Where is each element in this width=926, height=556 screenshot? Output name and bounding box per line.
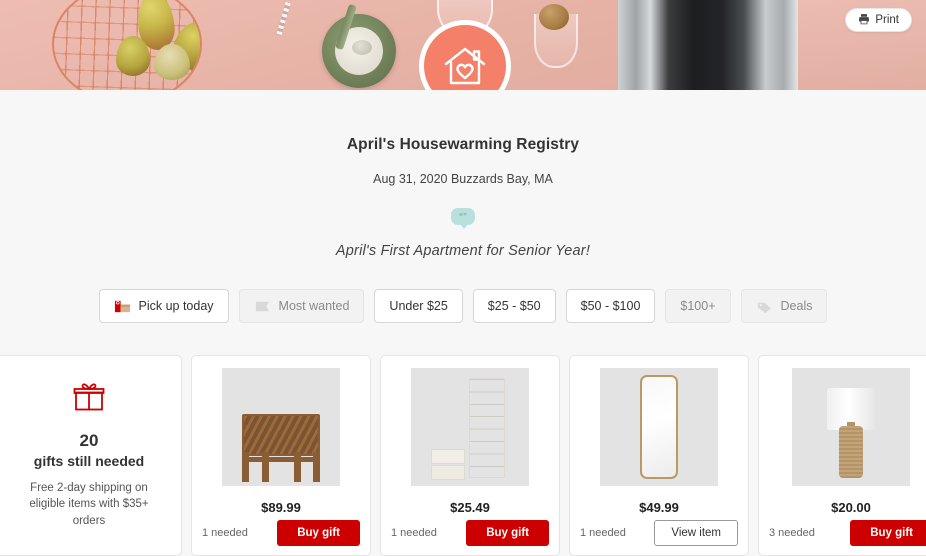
quote-bubble-icon: “” (451, 208, 475, 229)
product-card[interactable]: $89.99 1 needed Buy gift (191, 355, 371, 556)
print-button[interactable]: Print (845, 8, 912, 32)
gift-box-icon (13, 382, 165, 417)
registry-banner: Print (0, 0, 926, 90)
view-item-button[interactable]: View item (654, 520, 738, 546)
product-price: $89.99 (261, 500, 301, 515)
product-price: $20.00 (831, 500, 871, 515)
filter-label: Under $25 (389, 299, 448, 313)
product-image-hanging-closet-organizer (411, 368, 529, 486)
filter-25-50[interactable]: $25 - $50 (472, 289, 556, 323)
product-needed-count: 3 needed (769, 527, 815, 539)
product-card[interactable]: $20.00 3 needed Buy gift (758, 355, 926, 556)
registry-items-row: 20 gifts still needed Free 2-day shippin… (0, 355, 926, 556)
gifts-needed-count: 20 (79, 431, 99, 450)
product-price: $49.99 (639, 500, 679, 515)
tag-icon (756, 298, 773, 315)
page-title: April's Housewarming Registry (346, 136, 580, 153)
buy-gift-button[interactable]: Buy gift (466, 520, 549, 546)
filter-50-100[interactable]: $50 - $100 (565, 289, 656, 323)
registry-info: April's Housewarming Registry Aug 31, 20… (0, 90, 926, 259)
filter-pick-up-today[interactable]: Pick up today (98, 289, 229, 323)
filter-label: Deals (780, 299, 813, 313)
store-pickup-icon (114, 298, 131, 315)
product-price: $25.49 (450, 500, 490, 515)
buy-gift-button[interactable]: Buy gift (277, 520, 360, 546)
filter-label: Pick up today (138, 299, 214, 313)
fruit-basket-photo (52, 0, 202, 90)
product-needed-count: 1 needed (202, 527, 248, 539)
product-image-table-lamp (792, 368, 910, 486)
registry-note: April's First Apartment for Senior Year! (335, 243, 591, 259)
filter-deals[interactable]: Deals (740, 289, 828, 323)
filter-bar: Pick up today Most wanted Under $25 $25 … (0, 289, 926, 323)
gifts-needed-card: 20 gifts still needed Free 2-day shippin… (0, 355, 182, 556)
product-image-full-length-mirror (600, 368, 718, 486)
printer-icon (858, 13, 870, 28)
shipping-note: Free 2-day shipping on eligible items wi… (29, 482, 149, 527)
product-needed-count: 1 needed (580, 527, 626, 539)
product-needed-count: 1 needed (391, 527, 437, 539)
filter-label: $100+ (680, 299, 716, 313)
product-card[interactable]: $25.49 1 needed Buy gift (380, 355, 560, 556)
filter-label: $25 - $50 (487, 299, 541, 313)
product-image-woven-accent-chair (222, 368, 340, 486)
registry-meta: Aug 31, 2020 Buzzards Bay, MA (373, 172, 553, 186)
buy-gift-button[interactable]: Buy gift (850, 520, 926, 546)
filter-label: Most wanted (278, 299, 350, 313)
gifts-needed-label: gifts still needed (33, 453, 145, 469)
coffee-maker-photo (618, 0, 798, 90)
filter-label: $50 - $100 (580, 299, 641, 313)
filter-most-wanted[interactable]: Most wanted (238, 289, 365, 323)
filter-100-plus[interactable]: $100+ (665, 289, 731, 323)
filter-under-25[interactable]: Under $25 (374, 289, 463, 323)
house-heart-icon (442, 44, 488, 88)
product-card[interactable]: $49.99 1 needed View item (569, 355, 749, 556)
print-label: Print (875, 14, 899, 26)
ribbon-icon (254, 298, 271, 315)
quote-glyph: “” (459, 211, 467, 221)
